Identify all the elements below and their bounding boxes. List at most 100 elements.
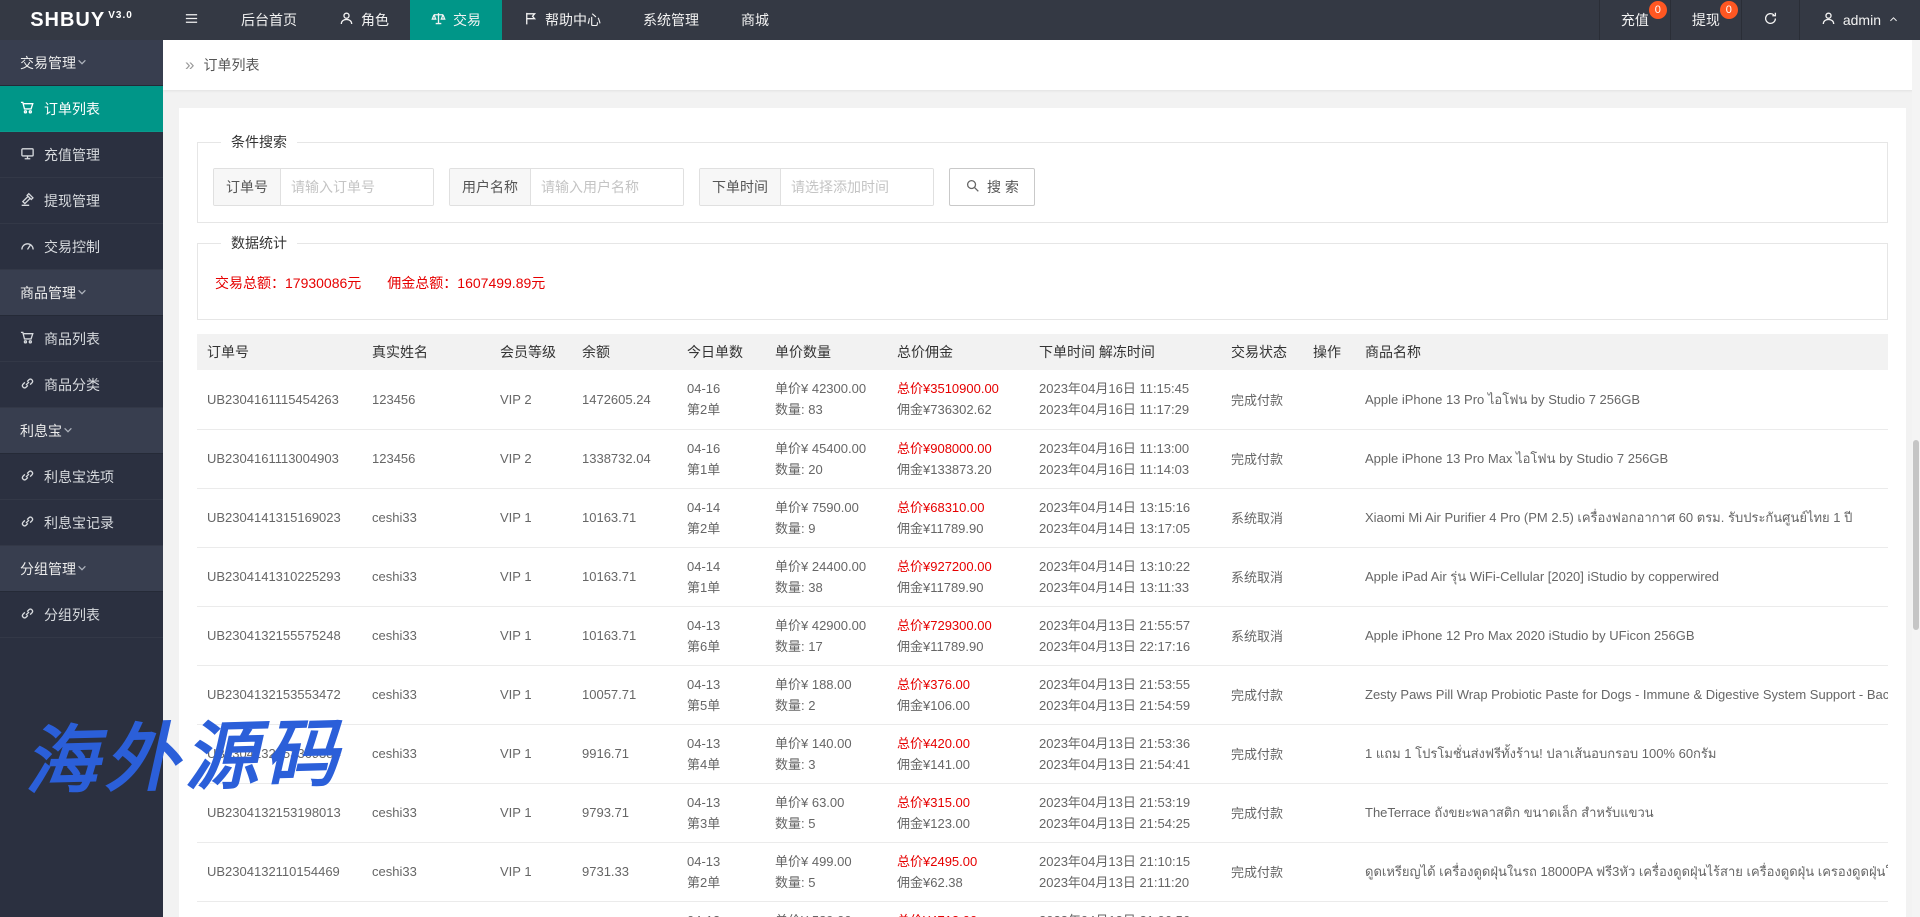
recharge-nav-button[interactable]: 充值 0 <box>1598 0 1670 40</box>
cell-order-no: UB2304132153198013 <box>197 783 362 843</box>
sidebar-group-label: 交易管理 <box>20 54 76 71</box>
sidebar-item-利息宝记录[interactable]: 利息宝记录 <box>0 500 163 546</box>
cell-times: 2023年04月13日 21:53:19 2023年04月13日 21:54:25 <box>1029 783 1221 843</box>
orders-table: 订单号 真实姓名 会员等级 余额 今日单数 单价数量 总价佣金 下单时间 解冻时间 交易状态 操作… <box>197 334 1888 917</box>
sidebar-group-1[interactable]: 交易管理 <box>0 40 163 86</box>
sidebar-group-label: 商品管理 <box>20 284 76 301</box>
cell-order-no: UB2304161115454263 <box>197 370 362 430</box>
table-row: UB2304132110154469 ceshi33 VIP 1 9731.33 04-… <box>197 842 1888 902</box>
app-logo: SHBUY V3.0 <box>0 0 163 40</box>
navbar-item-4[interactable]: 帮助中心 <box>502 0 622 40</box>
main-content: » 订单列表 条件搜索 订单号 用户名称 下单时间 搜 索 数据统计 交易总额：17… <box>163 40 1920 917</box>
cell-real-name: ceshi33 <box>362 606 490 666</box>
cell-status: 系统取消 <box>1221 488 1303 548</box>
cell-price-quantity: 单价¥ 24400.00 数量: 38 <box>765 547 887 607</box>
scrollbar-thumb[interactable] <box>1913 440 1919 630</box>
sidebar-group-2[interactable]: 商品管理 <box>0 270 163 316</box>
cell-real-name: ceshi33 <box>362 783 490 843</box>
status-text: 完成付款 <box>1231 452 1284 467</box>
stats-panel: 数据统计 交易总额：17930086元 佣金总额：1607499.89元 <box>197 233 1888 320</box>
cell-price-quantity: 单价¥ 7590.00 数量: 9 <box>765 488 887 548</box>
cell-balance: 9613.53 <box>572 901 677 917</box>
chevron-down-icon <box>62 423 88 439</box>
sidebar-group-label: 分组管理 <box>20 560 76 577</box>
transaction-total-value: 17930086元 <box>285 275 362 291</box>
sidebar-item-商品列表[interactable]: 商品列表 <box>0 316 163 362</box>
cell-times: 2023年04月14日 13:10:22 2023年04月14日 13:11:33 <box>1029 547 1221 607</box>
search-field-input-3[interactable] <box>781 169 933 205</box>
refresh-button[interactable] <box>1740 0 1799 40</box>
cell-total-commission: 总价¥4712.00佣金¥117.80 <box>887 901 1029 917</box>
cell-balance: 9916.71 <box>572 724 677 784</box>
link-icon <box>20 468 35 486</box>
sidebar-item-交易控制[interactable]: 交易控制 <box>0 224 163 270</box>
navbar-item-5[interactable]: 系统管理 <box>622 0 720 40</box>
navbar-item-label: 帮助中心 <box>545 12 601 28</box>
cell-times: 2023年04月13日 21:10:15 2023年04月13日 21:11:20 <box>1029 842 1221 902</box>
refresh-icon <box>1763 11 1778 29</box>
cell-action <box>1303 370 1355 430</box>
cell-today-orders: 04-13 第5单 <box>677 665 765 725</box>
sidebar-toggle-button[interactable] <box>163 0 220 40</box>
cell-balance: 10163.71 <box>572 488 677 548</box>
search-field-group-2: 用户名称 <box>449 168 684 206</box>
sidebar-item-label: 利息宝记录 <box>44 514 114 531</box>
sidebar-group-4[interactable]: 分组管理 <box>0 546 163 592</box>
sidebar-item-label: 商品列表 <box>44 330 100 347</box>
gauge-icon <box>20 238 35 256</box>
sidebar-item-label: 分组列表 <box>44 606 100 623</box>
sidebar-item-分组列表[interactable]: 分组列表 <box>0 592 163 638</box>
column-header: 操作 <box>1303 334 1355 370</box>
withdraw-nav-button[interactable]: 提现 0 <box>1669 0 1741 40</box>
cell-times: 2023年04月13日 21:06:562023年04月13日 21:08:05 <box>1029 901 1221 917</box>
chevron-up-icon <box>1888 12 1899 28</box>
cell-today-orders: 04-14 第1单 <box>677 547 765 607</box>
navbar-item-label: 商城 <box>741 12 769 28</box>
sidebar-group-3[interactable]: 利息宝 <box>0 408 163 454</box>
sidebar-item-商品分类[interactable]: 商品分类 <box>0 362 163 408</box>
cell-price-quantity: 单价¥ 63.00 数量: 5 <box>765 783 887 843</box>
sidebar-item-充值管理[interactable]: 充值管理 <box>0 132 163 178</box>
cell-times: 2023年04月13日 21:53:36 2023年04月13日 21:54:41 <box>1029 724 1221 784</box>
cell-product-name: Apple iPhone 13 Pro ไอโฟน by Studio 7 25… <box>1355 370 1888 430</box>
page-scrollbar[interactable] <box>1912 40 1920 917</box>
cell-real-name: ceshi33 <box>362 547 490 607</box>
navbar-item-3[interactable]: 交易 <box>410 0 502 40</box>
cell-times: 2023年04月14日 13:15:16 2023年04月14日 13:17:05 <box>1029 488 1221 548</box>
cell-total-commission: 总价¥927200.00 佣金¥11789.90 <box>887 547 1029 607</box>
cell-total-commission: 总价¥68310.00 佣金¥11789.90 <box>887 488 1029 548</box>
navbar-item-6[interactable]: 商城 <box>720 0 790 40</box>
cell-today-orders: 04-13第1单 <box>677 901 765 917</box>
table-row: UB2304161113004903 123456 VIP 2 1338732.04 0… <box>197 429 1888 489</box>
cell-order-no: UB2304141310225293 <box>197 547 362 607</box>
sidebar-item-label: 商品分类 <box>44 376 100 393</box>
sidebar-item-订单列表[interactable]: 订单列表 <box>0 86 163 132</box>
cell-price-quantity: 单价¥ 589.00数量: 8 <box>765 901 887 917</box>
cell-balance: 10163.71 <box>572 606 677 666</box>
sidebar: 交易管理订单列表 充值管理 提现管理 交易控制商品管理商品列表商品分类利息宝 利息宝选项… <box>0 40 163 917</box>
cell-status: 系统取消 <box>1221 606 1303 666</box>
cell-vip-level: VIP 1 <box>490 606 572 666</box>
search-button[interactable]: 搜 索 <box>949 168 1035 206</box>
cell-total-commission: 总价¥420.00 佣金¥141.00 <box>887 724 1029 784</box>
table-row: UB2304132106562365ceshi33VIP 19613.5304-… <box>197 901 1888 917</box>
cell-real-name: 123456 <box>362 370 490 430</box>
cell-price-quantity: 单价¥ 140.00 数量: 3 <box>765 724 887 784</box>
cell-today-orders: 04-13 第6单 <box>677 606 765 666</box>
search-field-input-2[interactable] <box>531 169 683 205</box>
cell-today-orders: 04-16 第2单 <box>677 370 765 430</box>
cell-product-name: Apple iPhone 13 Pro Max ไอโฟน by Studio … <box>1355 429 1888 489</box>
search-row: 订单号 用户名称 下单时间 搜 索 <box>213 168 1872 206</box>
cell-total-commission: 总价¥729300.00 佣金¥11789.90 <box>887 606 1029 666</box>
cell-real-name: ceshi33 <box>362 724 490 784</box>
cell-total-commission: 总价¥376.00 佣金¥106.00 <box>887 665 1029 725</box>
sidebar-item-利息宝选项[interactable]: 利息宝选项 <box>0 454 163 500</box>
search-field-input-1[interactable] <box>281 169 433 205</box>
navbar-item-2[interactable]: 角色 <box>318 0 410 40</box>
sidebar-item-提现管理[interactable]: 提现管理 <box>0 178 163 224</box>
column-header: 交易状态 <box>1221 334 1303 370</box>
orders-table-header-row: 订单号 真实姓名 会员等级 余额 今日单数 单价数量 总价佣金 下单时间 解冻时间 交易状态 操作… <box>197 334 1888 370</box>
cell-balance: 1472605.24 <box>572 370 677 430</box>
navbar-item-1[interactable]: 后台首页 <box>220 0 318 40</box>
user-menu[interactable]: admin <box>1798 0 1920 40</box>
